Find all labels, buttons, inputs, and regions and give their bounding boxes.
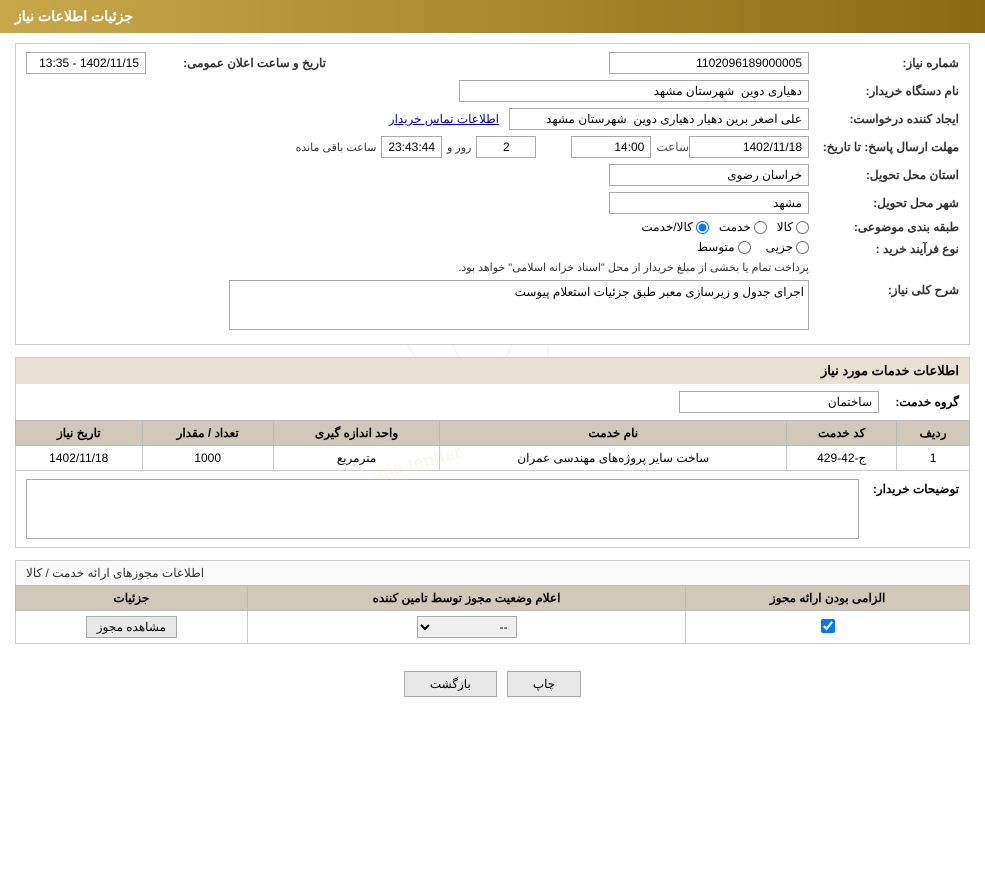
- deadline-time-label: ساعت: [656, 140, 689, 154]
- category-kala-khadamat-label: کالا/خدمت: [641, 220, 692, 234]
- license-row: -- مشاهده مجوز: [16, 611, 970, 644]
- process-note: پرداخت تمام یا بخشی از مبلغ خریدار از مح…: [458, 261, 809, 274]
- countdown-days-label: روز و: [447, 141, 471, 154]
- license-col-status: اعلام وضعیت مجوز توسط تامین کننده: [247, 586, 686, 611]
- cell-service-name: ساخت سایر پروژه‌های مهندسی عمران: [440, 446, 787, 471]
- col-service-name: نام خدمت: [440, 421, 787, 446]
- services-section-header: اطلاعات خدمات مورد نیاز: [15, 357, 970, 384]
- category-kala-khadamat-radio[interactable]: [696, 221, 709, 234]
- deadline-time-input[interactable]: [571, 136, 651, 158]
- need-number-label: شماره نیاز:: [809, 56, 959, 70]
- group-input[interactable]: [679, 391, 879, 413]
- process-label: نوع فرآیند خرید :: [809, 240, 959, 256]
- cell-unit: مترمربع: [273, 446, 439, 471]
- deadline-date-input[interactable]: [689, 136, 809, 158]
- need-number-input[interactable]: [609, 52, 809, 74]
- process-jazei-radio[interactable]: [796, 241, 809, 254]
- buyer-org-label: نام دستگاه خریدار:: [809, 84, 959, 98]
- license-col-required: الزامی بودن ارائه مجوز: [686, 586, 970, 611]
- license-required-checkbox[interactable]: [821, 619, 835, 633]
- deadline-label: مهلت ارسال پاسخ: تا تاریخ:: [809, 140, 959, 154]
- cell-row: 1: [897, 446, 970, 471]
- announce-datetime-input[interactable]: [26, 52, 146, 74]
- category-kala-label: کالا: [777, 220, 793, 234]
- contact-link[interactable]: اطلاعات تماس خریدار: [389, 112, 499, 126]
- category-kala-radio[interactable]: [796, 221, 809, 234]
- table-row: 1 ج-42-429 ساخت سایر پروژه‌های مهندسی عم…: [16, 446, 970, 471]
- back-button[interactable]: بازگشت: [404, 671, 497, 697]
- license-details-cell: مشاهده مجوز: [16, 611, 248, 644]
- buyer-notes-textarea[interactable]: [26, 479, 859, 539]
- process-jazei-label: جزیی: [766, 240, 793, 254]
- cell-service-code: ج-42-429: [787, 446, 897, 471]
- category-label: طبقه بندی موضوعی:: [809, 220, 959, 234]
- description-label: شرح کلی نیاز:: [809, 280, 959, 297]
- province-input[interactable]: [609, 164, 809, 186]
- cell-need-date: 1402/11/18: [16, 446, 143, 471]
- col-row: ردیف: [897, 421, 970, 446]
- license-section-header: اطلاعات مجوزهای ارائه خدمت / کالا: [15, 560, 970, 585]
- cell-quantity: 1000: [142, 446, 273, 471]
- countdown-suffix: ساعت باقی مانده: [296, 141, 377, 154]
- license-status-select[interactable]: --: [417, 616, 517, 638]
- col-unit: واحد اندازه گیری: [273, 421, 439, 446]
- buyer-notes-label: توضیحات خریدار:: [859, 479, 959, 496]
- group-label: گروه خدمت:: [879, 395, 959, 409]
- col-service-code: کد خدمت: [787, 421, 897, 446]
- city-label: شهر محل تحویل:: [809, 196, 959, 210]
- license-required-cell: [686, 611, 970, 644]
- description-textarea[interactable]: اجرای جدول و زیرسازی معبر طبق جزئیات است…: [229, 280, 809, 330]
- city-input[interactable]: [609, 192, 809, 214]
- license-col-details: جزئیات: [16, 586, 248, 611]
- page-header: جزئیات اطلاعات نیاز: [0, 0, 985, 33]
- countdown-time: 23:43:44: [381, 136, 442, 158]
- announce-datetime-label: تاریخ و ساعت اعلان عمومی:: [146, 56, 326, 70]
- creator-label: ایجاد کننده درخواست:: [809, 112, 959, 126]
- license-status-cell: --: [247, 611, 686, 644]
- countdown-days: 2: [476, 136, 536, 158]
- category-khadamat-label: خدمت: [719, 220, 751, 234]
- view-license-button[interactable]: مشاهده مجوز: [86, 616, 177, 638]
- col-quantity: تعداد / مقدار: [142, 421, 273, 446]
- process-motovaset-radio[interactable]: [738, 241, 751, 254]
- category-khadamat-radio[interactable]: [754, 221, 767, 234]
- print-button[interactable]: چاپ: [507, 671, 581, 697]
- creator-input[interactable]: [509, 108, 809, 130]
- col-need-date: تاریخ نیاز: [16, 421, 143, 446]
- province-label: استان محل تحویل:: [809, 168, 959, 182]
- page-title: جزئیات اطلاعات نیاز: [15, 8, 133, 24]
- process-motovaset-label: متوسط: [697, 240, 735, 254]
- buyer-org-input[interactable]: [459, 80, 809, 102]
